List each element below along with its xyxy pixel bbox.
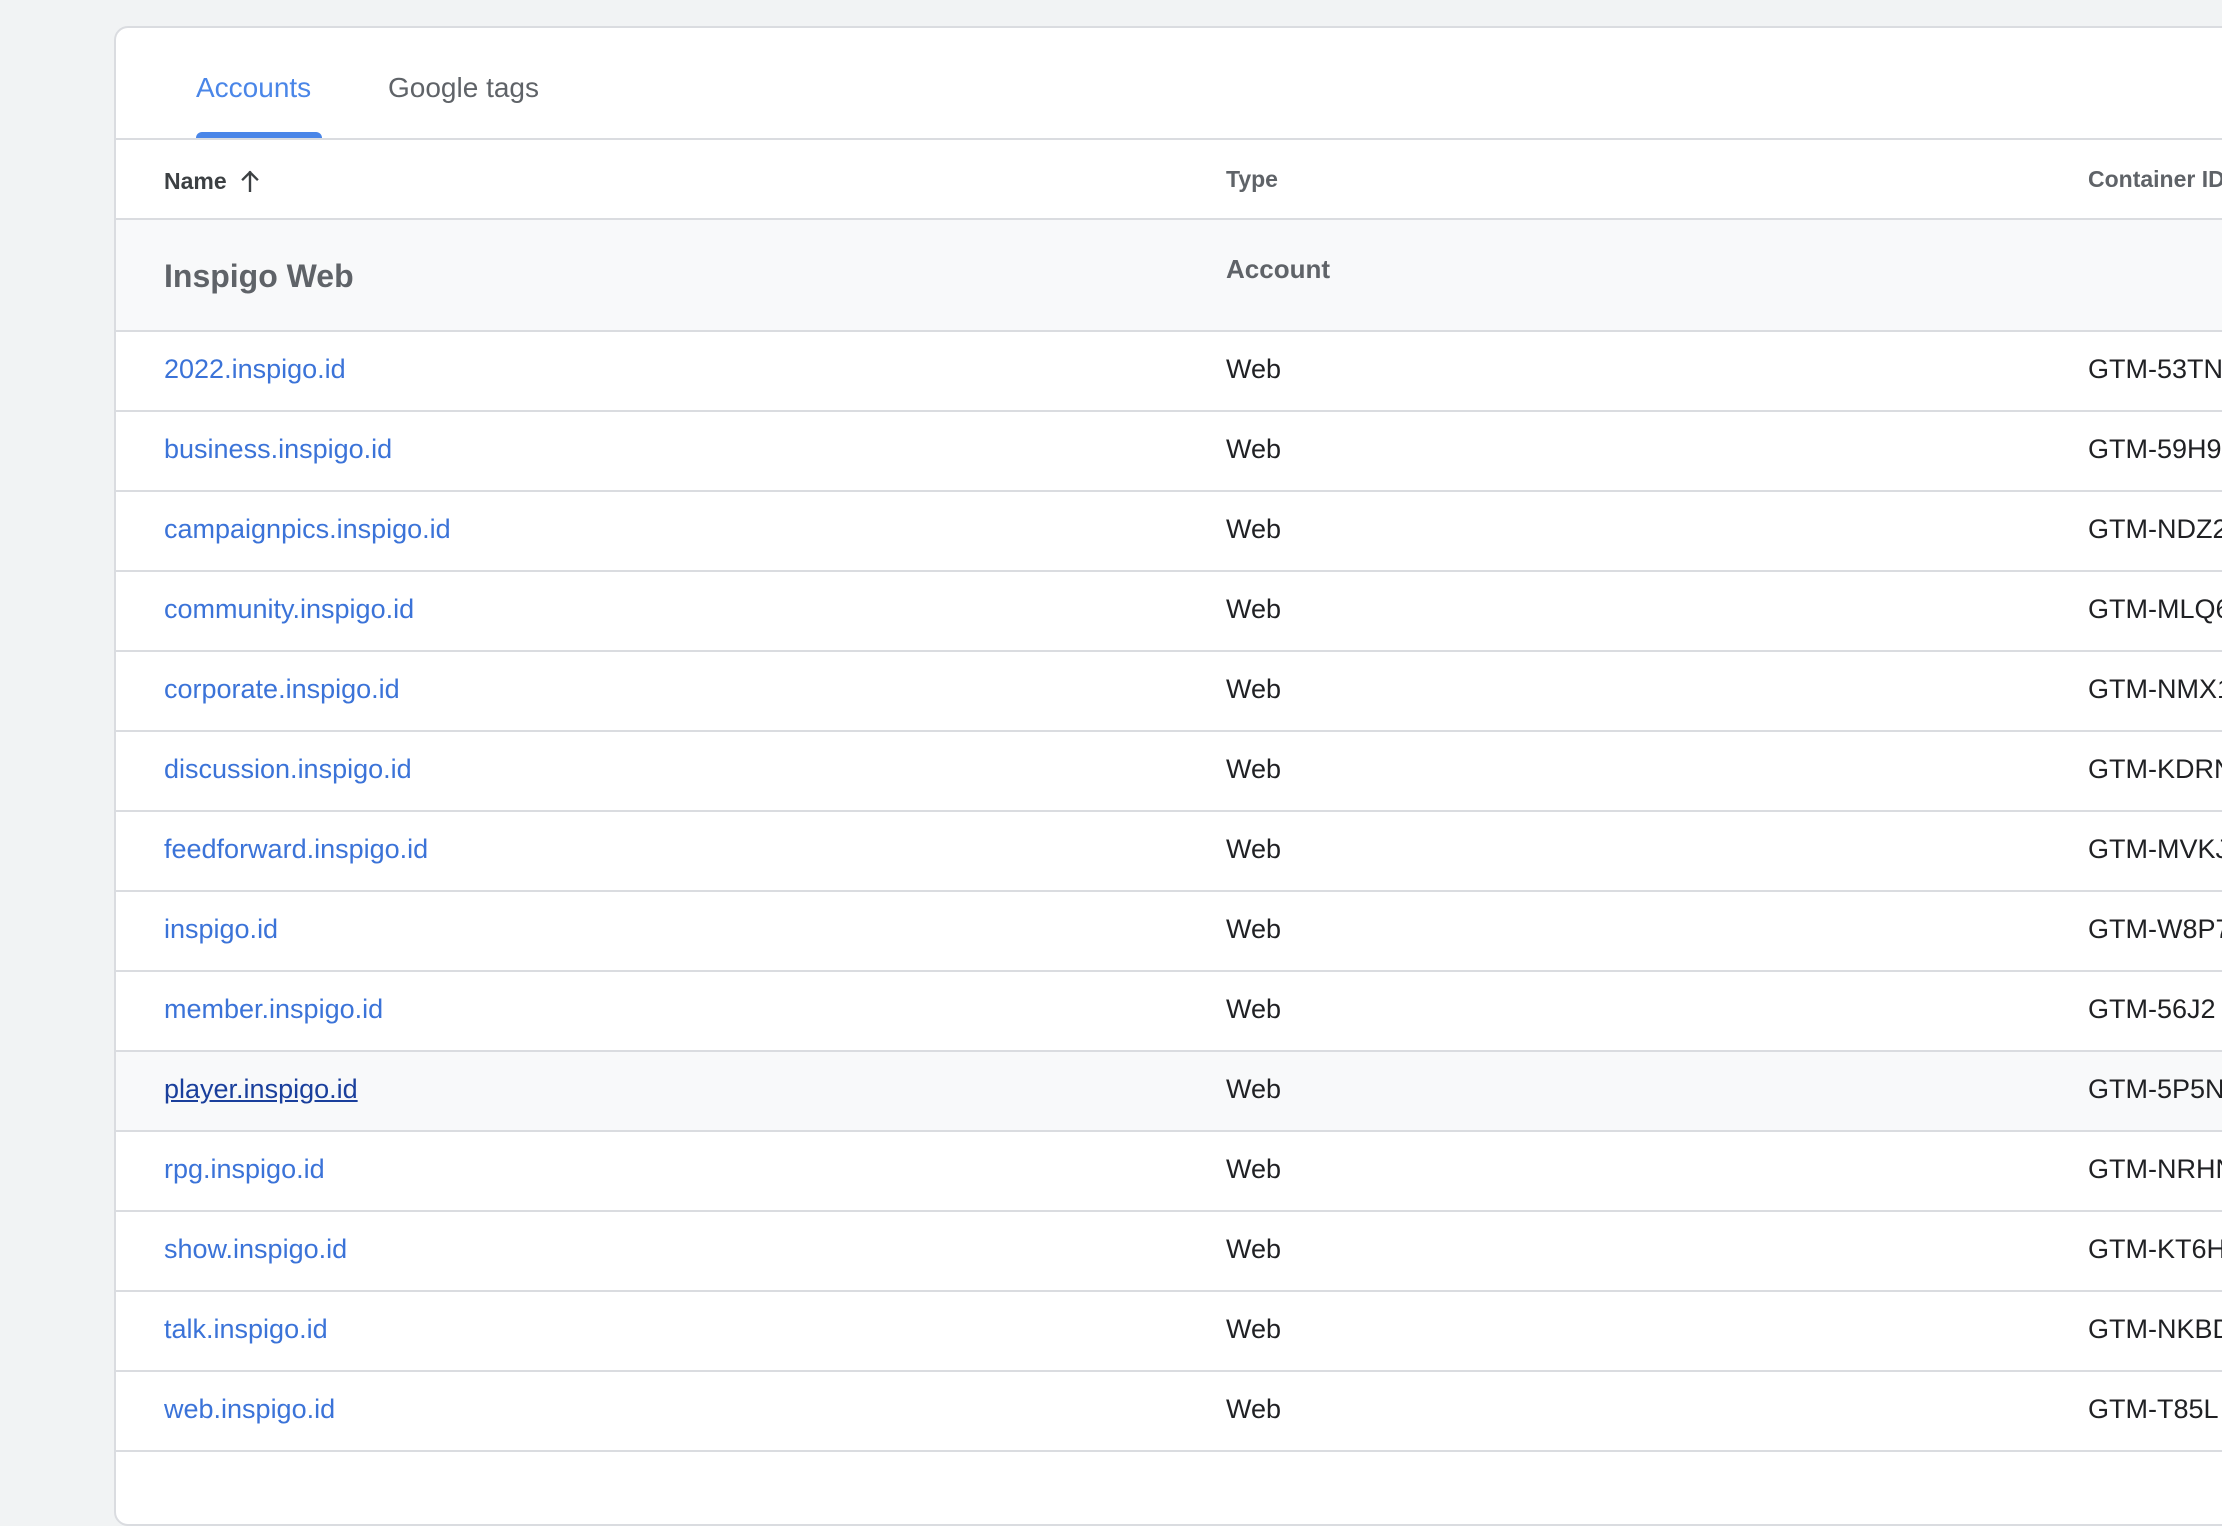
container-id: GTM-NRHN (2088, 1154, 2222, 1184)
container-type: Web (1226, 914, 1282, 944)
container-name-link[interactable]: corporate.inspigo.id (164, 676, 400, 703)
table-row[interactable]: 2022.inspigo.id Web GTM-53TN (116, 332, 2222, 412)
container-id: GTM-5P5N (2088, 1074, 2222, 1104)
table-row[interactable]: talk.inspigo.id Web GTM-NKBD (116, 1292, 2222, 1372)
arrow-upward-icon (240, 170, 259, 192)
container-id: GTM-NKBD (2088, 1314, 2222, 1344)
table-row[interactable]: show.inspigo.id Web GTM-KT6H (116, 1212, 2222, 1292)
container-id: GTM-MVKJ (2088, 834, 2222, 864)
account-row: Inspigo Web Account (116, 220, 2222, 332)
container-id: GTM-NMX1 (2088, 674, 2222, 704)
container-type: Web (1226, 754, 1282, 784)
table-row[interactable]: web.inspigo.id Web GTM-T85L (116, 1372, 2222, 1452)
container-type: Web (1226, 1074, 1282, 1104)
container-type: Web (1226, 1314, 1282, 1344)
table-row[interactable]: inspigo.id Web GTM-W8P7 (116, 892, 2222, 972)
container-type: Web (1226, 674, 1282, 704)
table-row[interactable]: business.inspigo.id Web GTM-59H9 (116, 412, 2222, 492)
container-id: GTM-KT6H (2088, 1234, 2222, 1264)
container-type: Web (1226, 354, 1282, 384)
container-type: Web (1226, 594, 1282, 624)
container-id: GTM-53TN (2088, 354, 2222, 384)
table-row[interactable]: corporate.inspigo.id Web GTM-NMX1 (116, 652, 2222, 732)
container-name-link[interactable]: member.inspigo.id (164, 996, 383, 1023)
table-row[interactable]: discussion.inspigo.id Web GTM-KDRN (116, 732, 2222, 812)
accounts-card: Accounts Google tags Name Type Container… (114, 26, 2222, 1526)
container-name-link[interactable]: discussion.inspigo.id (164, 756, 412, 783)
table-row[interactable]: campaignpics.inspigo.id Web GTM-NDZ2 (116, 492, 2222, 572)
container-id-column-header[interactable]: Container ID (2088, 168, 2222, 191)
type-column-header[interactable]: Type (1226, 168, 1278, 191)
container-name-link[interactable]: feedforward.inspigo.id (164, 836, 428, 863)
tab-google-tags[interactable]: Google tags (388, 74, 539, 102)
container-id: GTM-KDRN (2088, 754, 2222, 784)
container-id: GTM-59H9 (2088, 434, 2222, 464)
container-name-link[interactable]: inspigo.id (164, 916, 278, 943)
account-type: Account (1226, 254, 1330, 284)
container-name-link[interactable]: campaignpics.inspigo.id (164, 516, 451, 543)
container-name-link[interactable]: show.inspigo.id (164, 1236, 347, 1263)
name-header-label: Name (164, 167, 227, 194)
table-row[interactable]: rpg.inspigo.id Web GTM-NRHN (116, 1132, 2222, 1212)
container-id: GTM-56J2 (2088, 994, 2216, 1024)
container-name-link[interactable]: talk.inspigo.id (164, 1316, 328, 1343)
container-name-link[interactable]: 2022.inspigo.id (164, 356, 346, 383)
container-type: Web (1226, 1154, 1282, 1184)
table-row[interactable]: player.inspigo.id Web GTM-5P5N (116, 1052, 2222, 1132)
container-id: GTM-T85L (2088, 1394, 2219, 1424)
container-name-link[interactable]: rpg.inspigo.id (164, 1156, 325, 1183)
container-id: GTM-MLQ6 (2088, 594, 2222, 624)
container-type: Web (1226, 1234, 1282, 1264)
container-type: Web (1226, 1394, 1282, 1424)
table-header: Name Type Container ID (116, 140, 2222, 220)
table-row[interactable]: feedforward.inspigo.id Web GTM-MVKJ (116, 812, 2222, 892)
container-id: GTM-W8P7 (2088, 914, 2222, 944)
container-name-link[interactable]: community.inspigo.id (164, 596, 414, 623)
tab-accounts[interactable]: Accounts (196, 74, 311, 102)
active-tab-indicator (196, 132, 322, 138)
container-name-link[interactable]: web.inspigo.id (164, 1396, 335, 1423)
container-type: Web (1226, 994, 1282, 1024)
table-row[interactable]: community.inspigo.id Web GTM-MLQ6 (116, 572, 2222, 652)
table-row[interactable]: member.inspigo.id Web GTM-56J2 (116, 972, 2222, 1052)
container-name-link[interactable]: player.inspigo.id (164, 1076, 358, 1103)
container-type: Web (1226, 514, 1282, 544)
account-name: Inspigo Web (164, 258, 354, 294)
name-column-header[interactable]: Name (164, 168, 263, 194)
container-type: Web (1226, 834, 1282, 864)
container-type: Web (1226, 434, 1282, 464)
container-list: 2022.inspigo.id Web GTM-53TN business.inspi… (116, 332, 2222, 1452)
tab-bar: Accounts Google tags (116, 28, 2222, 140)
container-id: GTM-NDZ2 (2088, 514, 2222, 544)
container-name-link[interactable]: business.inspigo.id (164, 436, 392, 463)
